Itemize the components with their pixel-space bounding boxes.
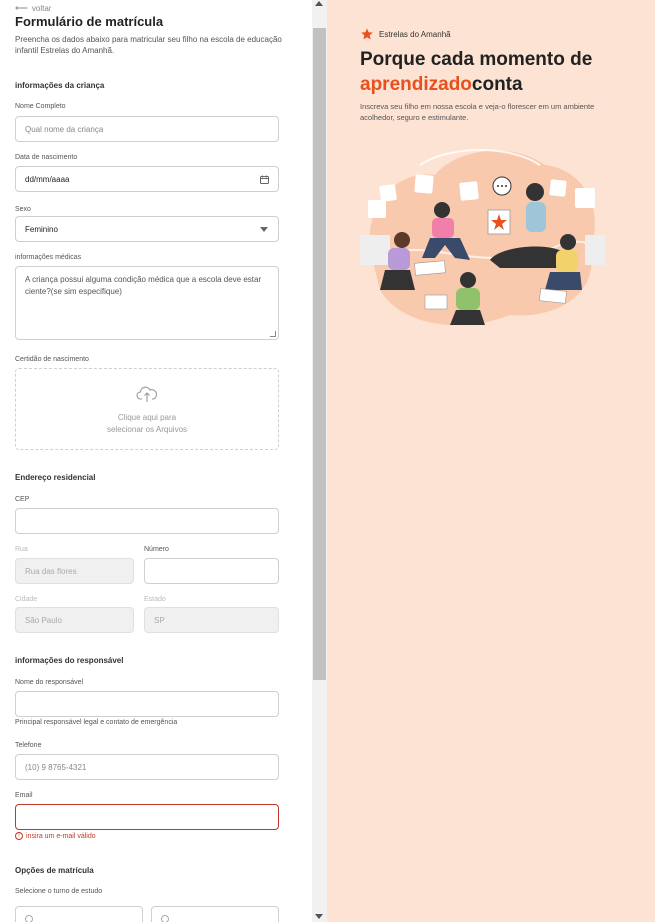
city-input[interactable]: São Paulo (15, 607, 134, 633)
medical-textarea[interactable]: A criança possui alguma condição médica … (15, 266, 279, 340)
street-input[interactable]: Rua das flores (15, 558, 134, 584)
chevron-down-icon (260, 227, 268, 232)
hero-description: Inscreva seu filho em nossa escola e vej… (360, 102, 595, 122)
sex-value: Feminino (25, 224, 58, 234)
email-error: ! insira um e-mail válido (15, 832, 96, 840)
form-title: Formulário de matrícula (15, 14, 164, 29)
city-label: Cidade (15, 596, 38, 603)
number-input[interactable] (144, 558, 279, 584)
error-icon: ! (15, 832, 23, 840)
guardian-name-input[interactable] (15, 691, 279, 717)
scroll-thumb[interactable] (313, 28, 326, 680)
email-label: Email (15, 792, 33, 799)
full-name-label: Nome Completo (15, 103, 66, 110)
scroll-down-icon[interactable] (315, 914, 323, 919)
state-input[interactable]: SP (144, 607, 279, 633)
enrollment-section-title: Opções de matrícula (15, 866, 94, 875)
brand: Estrelas do Amanhã (360, 28, 451, 40)
birth-date-input[interactable]: dd/mm/aaaa (15, 166, 279, 192)
birth-date-value: dd/mm/aaaa (25, 174, 70, 184)
number-label: Número (144, 546, 169, 553)
guardian-section-title: informações do responsável (15, 656, 124, 665)
shift-option-1[interactable] (15, 906, 143, 922)
enrollment-form: ⟵ voltar Formulário de matrícula Preencha… (0, 0, 312, 922)
radio-icon[interactable] (25, 915, 33, 922)
upload-text-line1: Clique aqui para (117, 413, 177, 422)
cep-input[interactable] (15, 508, 279, 534)
brand-name: Estrelas do Amanhã (379, 29, 451, 39)
calendar-icon[interactable] (260, 175, 269, 184)
resize-handle-icon[interactable] (270, 331, 276, 337)
cep-label: CEP (15, 496, 30, 503)
scrollbar[interactable] (312, 0, 327, 922)
arrow-left-icon: ⟵ (15, 3, 28, 13)
form-intro: Preencha os dados abaixo para matricular… (15, 35, 282, 55)
phone-input[interactable]: (10) 9 8765-4321 (15, 754, 279, 780)
back-link[interactable]: ⟵ voltar (15, 3, 51, 14)
guardian-name-hint: Principal responsável legal e contato de… (15, 719, 178, 726)
shift-label: Selecione o turno de estudo (15, 888, 103, 895)
cloud-upload-icon (136, 386, 158, 402)
guardian-name-label: Nome do responsável (15, 679, 84, 686)
children-learning-illustration (360, 149, 605, 326)
hero-panel (327, 0, 655, 922)
scroll-up-icon[interactable] (315, 1, 323, 6)
sex-select[interactable]: Feminino (15, 216, 279, 242)
street-label: Rua (15, 546, 28, 553)
full-name-input[interactable]: Qual nome da criança (15, 116, 279, 142)
hero-title: Porque cada momento de aprendizadoconta (360, 49, 593, 95)
medical-label: informações médicas (15, 254, 82, 261)
birth-date-label: Data de nascimento (15, 154, 78, 161)
medical-placeholder: A criança possui alguma condição médica … (25, 275, 262, 296)
phone-label: Telefone (15, 742, 42, 749)
state-label: Estado (144, 596, 166, 603)
shift-option-2[interactable] (151, 906, 279, 922)
child-section-title: informações da criança (15, 81, 105, 90)
file-upload-dropzone[interactable]: Clique aqui para selecionar os Arquivos (15, 368, 279, 450)
email-error-text: insira um e-mail válido (26, 832, 96, 840)
address-section-title: Endereço residencial (15, 473, 96, 482)
sex-label: Sexo (15, 206, 31, 213)
email-input[interactable] (15, 804, 279, 830)
birth-certificate-label: Certidão de nascimento (15, 356, 89, 363)
upload-text-line2: selecionar os Arquivos (106, 425, 188, 434)
radio-icon[interactable] (161, 915, 169, 922)
star-logo-icon (361, 28, 373, 40)
